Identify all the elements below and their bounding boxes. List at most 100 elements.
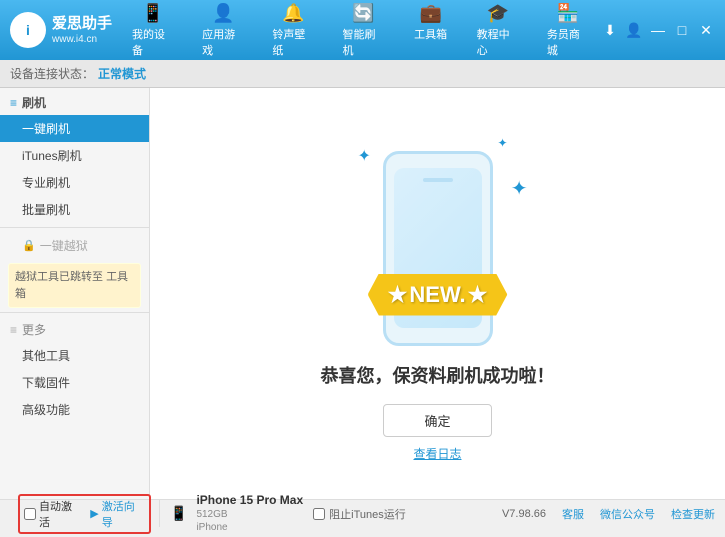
flash-section-icon: ≡ [10,96,17,110]
tab-my-device[interactable]: 📱 我的设备 [120,0,186,62]
guide-icon: ▶ [90,507,98,520]
other-tools-label: 其他工具 [22,349,70,363]
logo-main: 爱思助手 [52,14,112,34]
tab-ringtones[interactable]: 🔔 铃声壁纸 [260,0,326,62]
toolbar-label: 设备连接状态： [10,65,94,82]
flash-section-label: 刷机 [22,94,46,111]
tab-apps[interactable]: 👤 应用游戏 [190,0,256,62]
sidebar-section-flash: ≡ 刷机 [0,88,149,115]
success-illustration: ✦ ✦ ✦ ★ NEW. ★ [338,126,538,346]
header: i 爱思助手 www.i4.cn 📱 我的设备 👤 应用游戏 🔔 铃声壁纸 🔄 … [0,0,725,60]
logo-circle: i [10,12,46,48]
sparkle-icon-2: ✦ [497,136,507,150]
jailbreak-label: 一键越狱 [40,237,88,254]
tab-smart-flash-label: 智能刷机 [343,26,385,58]
tutorials-icon: 🎓 [487,3,509,24]
tab-smart-flash[interactable]: 🔄 智能刷机 [331,0,397,62]
logo-sub: www.i4.cn [52,33,112,46]
ribbon-text: NEW. [409,282,465,308]
tab-toolbox-label: 工具箱 [414,26,447,42]
smart-flash-icon: 🔄 [352,3,374,24]
advanced-label: 高级功能 [22,403,70,417]
header-icons: ⬇ 👤 — □ ✕ [601,21,715,39]
success-ribbon: ★ NEW. ★ [368,274,508,316]
bottom-right: V7.98.66 客服 微信公众号 检查更新 [502,506,715,522]
nav-tabs: 📱 我的设备 👤 应用游戏 🔔 铃声壁纸 🔄 智能刷机 💼 工具箱 🎓 教程中心… [120,0,601,62]
main-layout: ≡ 刷机 一键刷机 iTunes刷机 专业刷机 批量刷机 🔒 一键越狱 越狱工具… [0,88,725,499]
bottom-bar: 自动激活 ▶ 激活向导 📱 iPhone 15 Pro Max 512GB iP… [0,499,725,527]
toolbar: 设备连接状态： 正常模式 [0,60,725,88]
support-link[interactable]: 客服 [562,506,584,522]
wechat-link[interactable]: 微信公众号 [600,506,655,522]
auto-activate-checkbox[interactable] [24,508,36,520]
sidebar-item-pro-flash[interactable]: 专业刷机 [0,169,149,196]
store-icon: 🏪 [557,3,579,24]
device-info: 📱 iPhone 15 Pro Max 512GB iPhone [160,490,313,537]
logo-text: 爱思助手 www.i4.cn [52,14,112,47]
sidebar-divider-2 [0,312,149,313]
bottom-middle: 阻止iTunes运行 [313,506,502,522]
version-text: V7.98.66 [502,508,546,520]
sparkle-icon-1: ✦ [358,146,371,166]
toolbar-status: 正常模式 [98,65,146,82]
sidebar-item-batch-flash[interactable]: 批量刷机 [0,196,149,223]
device-phone-icon: 📱 [170,505,187,522]
success-message: 恭喜您，保资料刷机成功啦！ [321,362,555,388]
maximize-icon[interactable]: □ [673,21,691,39]
stop-itunes-label: 阻止iTunes运行 [329,506,406,522]
tab-apps-label: 应用游戏 [202,26,244,58]
tab-tutorials[interactable]: 🎓 教程中心 [465,0,531,62]
device-name: iPhone 15 Pro Max [196,493,303,509]
apps-icon: 👤 [212,3,234,24]
tab-store[interactable]: 🏪 务员商城 [535,0,601,62]
sidebar-disabled-jailbreak: 🔒 一键越狱 [0,232,149,259]
minimize-icon[interactable]: — [649,21,667,39]
phone-illustration [383,151,493,346]
sidebar-item-one-click-flash[interactable]: 一键刷机 [0,115,149,142]
device-details: iPhone 15 Pro Max 512GB iPhone [196,493,303,535]
activate-highlight-box: 自动激活 ▶ 激活向导 [18,494,151,534]
batch-flash-label: 批量刷机 [22,203,70,217]
sidebar-jailbreak-notice: 越狱工具已跳转至 工具箱 [8,263,141,308]
ribbon-star-right: ★ [468,282,488,308]
notice-line1: 越狱工具已跳转至 [15,271,103,283]
sidebar-section-more: ≡ 更多 [0,317,149,342]
pro-flash-label: 专业刷机 [22,176,70,190]
tab-tutorials-label: 教程中心 [477,26,519,58]
close-icon[interactable]: ✕ [697,21,715,39]
logo-area: i 爱思助手 www.i4.cn [10,12,120,48]
logo-letter: i [26,22,30,38]
itunes-flash-label: iTunes刷机 [22,149,82,163]
one-click-flash-label: 一键刷机 [22,122,70,136]
auto-activate-control: 自动激活 [24,498,82,530]
more-section-icon: ≡ [10,323,17,337]
tab-my-device-label: 我的设备 [132,26,174,58]
device-type: iPhone [196,521,303,534]
ringtones-icon: 🔔 [282,3,304,24]
stop-itunes-checkbox[interactable] [313,508,325,520]
sidebar-item-download-firmware[interactable]: 下载固件 [0,369,149,396]
download-firmware-label: 下载固件 [22,376,70,390]
sidebar-item-other-tools[interactable]: 其他工具 [0,342,149,369]
sidebar-item-advanced[interactable]: 高级功能 [0,396,149,423]
sparkle-icon-3: ✦ [511,176,528,201]
view-log-link[interactable]: 查看日志 [413,445,461,462]
guide-link[interactable]: ▶ 激活向导 [90,498,145,530]
confirm-button[interactable]: 确定 [383,404,491,437]
user-icon[interactable]: 👤 [625,21,643,39]
tab-ringtones-label: 铃声壁纸 [272,26,314,58]
device-storage: 512GB [196,508,303,521]
check-update-link[interactable]: 检查更新 [671,506,715,522]
sidebar-divider-1 [0,227,149,228]
sidebar: ≡ 刷机 一键刷机 iTunes刷机 专业刷机 批量刷机 🔒 一键越狱 越狱工具… [0,88,150,499]
tab-toolbox[interactable]: 💼 工具箱 [401,0,461,62]
ribbon-star-left: ★ [388,282,408,308]
download-icon[interactable]: ⬇ [601,21,619,39]
lock-icon: 🔒 [22,239,36,252]
sidebar-item-itunes-flash[interactable]: iTunes刷机 [0,142,149,169]
bottom-left: 自动激活 ▶ 激活向导 [10,500,160,527]
toolbox-icon: 💼 [419,3,441,24]
my-device-icon: 📱 [142,3,164,24]
auto-activate-label: 自动激活 [39,498,82,530]
more-section-label: 更多 [22,321,46,338]
